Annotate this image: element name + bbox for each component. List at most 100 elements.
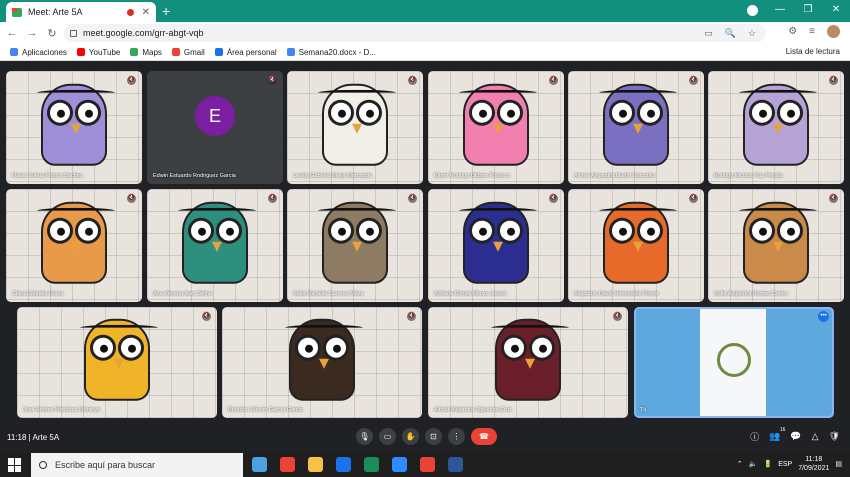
- word-icon[interactable]: [448, 457, 463, 472]
- meeting-details-icon[interactable]: ⓘ: [750, 430, 759, 443]
- camera-indicator-icon[interactable]: ▭: [704, 28, 713, 39]
- participant-tile[interactable]: 🔇 Ana Ximena Iban Zetino: [147, 189, 283, 302]
- self-view-options-icon[interactable]: •••: [818, 311, 829, 322]
- tab-close-icon[interactable]: ✕: [142, 7, 150, 18]
- back-icon[interactable]: ←: [4, 27, 20, 39]
- language-indicator[interactable]: ESP: [778, 461, 792, 468]
- chat-icon[interactable]: 💬: [790, 431, 801, 442]
- owl-beak: [319, 358, 329, 369]
- edge-icon[interactable]: [252, 457, 267, 472]
- zoom-icon[interactable]: [392, 457, 407, 472]
- minimize-button[interactable]: —: [766, 0, 794, 22]
- participant-tile[interactable]: 🔇 Jose Andres Mendoza Montoya: [17, 307, 217, 418]
- present-screen-icon[interactable]: ⊡: [425, 428, 442, 445]
- spotify-like-app-icon[interactable]: [364, 457, 379, 472]
- bookmark-maps[interactable]: Maps: [130, 48, 162, 57]
- youtube-icon: [76, 48, 85, 56]
- owl-brow: [37, 207, 115, 213]
- owl-drawing: [459, 83, 537, 166]
- participant-name: Lessly Gabriela Mejia Marroquin: [293, 173, 372, 179]
- participant-tile[interactable]: 🔇 Rodrigo Nicolas Paz Peralta: [708, 71, 844, 184]
- participant-tile[interactable]: 🔇 Sofia Michelle Carreno Meza: [287, 189, 423, 302]
- host-controls-icon[interactable]: 🛡: [829, 431, 840, 442]
- more-options-icon[interactable]: ⋮: [448, 428, 465, 445]
- owl-eye: [328, 217, 354, 244]
- meeting-info: 11:18 | Arte 5A: [7, 433, 60, 442]
- owl-eye: [328, 99, 354, 126]
- participant-name: Tú: [640, 407, 647, 413]
- profile-avatar[interactable]: [827, 25, 840, 38]
- system-clock[interactable]: 11:18 7/09/2021: [798, 455, 829, 473]
- end-call-button[interactable]: ☎: [471, 428, 497, 445]
- new-tab-button[interactable]: +: [162, 3, 170, 19]
- participant-tile[interactable]: 🔇 Clara Gabriela Reina: [6, 189, 142, 302]
- forward-icon[interactable]: →: [24, 27, 40, 39]
- omnibox[interactable]: meet.google.com/grr-abgt-vqb ▭ 🔍 ☆: [64, 24, 766, 42]
- participant-name: Alejandro David Hernandez Flores: [574, 291, 659, 297]
- muted-mic-icon: 🔇: [408, 194, 417, 203]
- reading-list[interactable]: Lista de lectura: [786, 47, 840, 56]
- mail-icon[interactable]: [336, 457, 351, 472]
- chrome-profile-icon[interactable]: [420, 457, 435, 472]
- owl-eye: [469, 99, 495, 126]
- media-control-icon[interactable]: ≡: [809, 26, 815, 37]
- participant-name: Jose Andres Mendoza Montoya: [23, 407, 101, 413]
- muted-mic-icon: 🔇: [268, 194, 277, 203]
- search-placeholder: Escribe aquí para buscar: [55, 460, 156, 470]
- taskbar-search[interactable]: Escribe aquí para buscar: [31, 453, 243, 477]
- chrome-icon[interactable]: [280, 457, 295, 472]
- bookmark-apps[interactable]: Aplicaciones: [10, 48, 67, 57]
- camera-icon[interactable]: ▭: [379, 428, 396, 445]
- owl-brow: [739, 89, 817, 95]
- restore-button[interactable]: ❐: [794, 0, 822, 22]
- extensions-icon[interactable]: ⚙: [788, 26, 797, 37]
- file-explorer-icon[interactable]: [308, 457, 323, 472]
- participant-name: Edwin Estuardo Rodriguez Garcia: [153, 173, 236, 179]
- close-window-button[interactable]: ✕: [822, 0, 850, 22]
- participant-tile[interactable]: E 🔇 Edwin Estuardo Rodriguez Garcia: [147, 71, 283, 184]
- participant-tile[interactable]: 🔇 Lessly Gabriela Mejia Marroquin: [287, 71, 423, 184]
- owl-brow: [739, 207, 817, 213]
- participant-name: Clara Gabriela Reina: [12, 291, 64, 297]
- search-icon[interactable]: 🔍: [725, 28, 736, 39]
- owl-beak: [493, 241, 503, 252]
- owl-eye: [497, 99, 523, 126]
- raise-hand-icon[interactable]: ✋: [402, 428, 419, 445]
- tab-meet[interactable]: Meet: Arte 5A ✕: [6, 2, 156, 22]
- participant-tile[interactable]: 🔇 Elmer Rodrigo Oldson Polanco: [428, 71, 564, 184]
- meet-icon: [12, 7, 22, 17]
- recording-icon: [126, 8, 134, 16]
- url-text[interactable]: meet.google.com/grr-abgt-vqb: [83, 28, 204, 38]
- reload-icon[interactable]: ↻: [44, 27, 60, 40]
- owl-eye: [75, 99, 101, 126]
- activities-icon[interactable]: △: [812, 431, 819, 442]
- participant-tile[interactable]: 🔇 Maria Valeria Franco Bachez: [6, 71, 142, 184]
- participant-tile[interactable]: 🔇 Althair Alejandra Siguenza Cruz: [428, 307, 628, 418]
- tray-chevron-icon[interactable]: ⌃: [737, 460, 743, 468]
- battery-icon[interactable]: 🔋: [763, 460, 772, 468]
- participant-tile[interactable]: 🔇 Aimee Alejandra Martin Gonzalez: [568, 71, 704, 184]
- windows-taskbar: Escribe aquí para buscar ⌃ 🔈 🔋 ESP 11:18…: [0, 453, 850, 477]
- microphone-icon[interactable]: 🎙: [356, 428, 373, 445]
- owl-beak: [773, 241, 783, 252]
- windows-start-icon[interactable]: [8, 458, 22, 472]
- volume-icon[interactable]: 🔈: [749, 460, 758, 468]
- bookmark-area-personal[interactable]: Área personal: [214, 48, 277, 57]
- profile-indicator-icon[interactable]: [747, 5, 758, 16]
- bookmark-gmail[interactable]: Gmail: [171, 48, 205, 57]
- bookmark-semana20[interactable]: Semana20.docx - D...: [286, 48, 376, 57]
- extension-area: ⚙ ≡: [788, 25, 840, 38]
- participant-tile[interactable]: ••• Tú: [634, 307, 834, 418]
- owl-eye: [777, 217, 803, 244]
- people-icon[interactable]: 👥 16: [769, 427, 785, 442]
- bookmark-youtube[interactable]: YouTube: [76, 48, 120, 57]
- owl-beak: [352, 241, 362, 252]
- participant-tile[interactable]: 🔇 Alejandro David Hernandez Flores: [568, 189, 704, 302]
- participant-tile[interactable]: 🔇 Adriana Dinora Monzu Juarez: [428, 189, 564, 302]
- participant-tile[interactable]: 🔇 Sofia Alejandra Roman Cortez: [708, 189, 844, 302]
- bookmark-star-icon[interactable]: ☆: [748, 28, 756, 39]
- participant-tile[interactable]: 🔇 Brandon Steven Garcia Garcia: [222, 307, 422, 418]
- participant-name: Maria Valeria Franco Bachez: [12, 173, 83, 179]
- owl-eye: [216, 217, 242, 244]
- notifications-icon[interactable]: ▤: [835, 460, 842, 468]
